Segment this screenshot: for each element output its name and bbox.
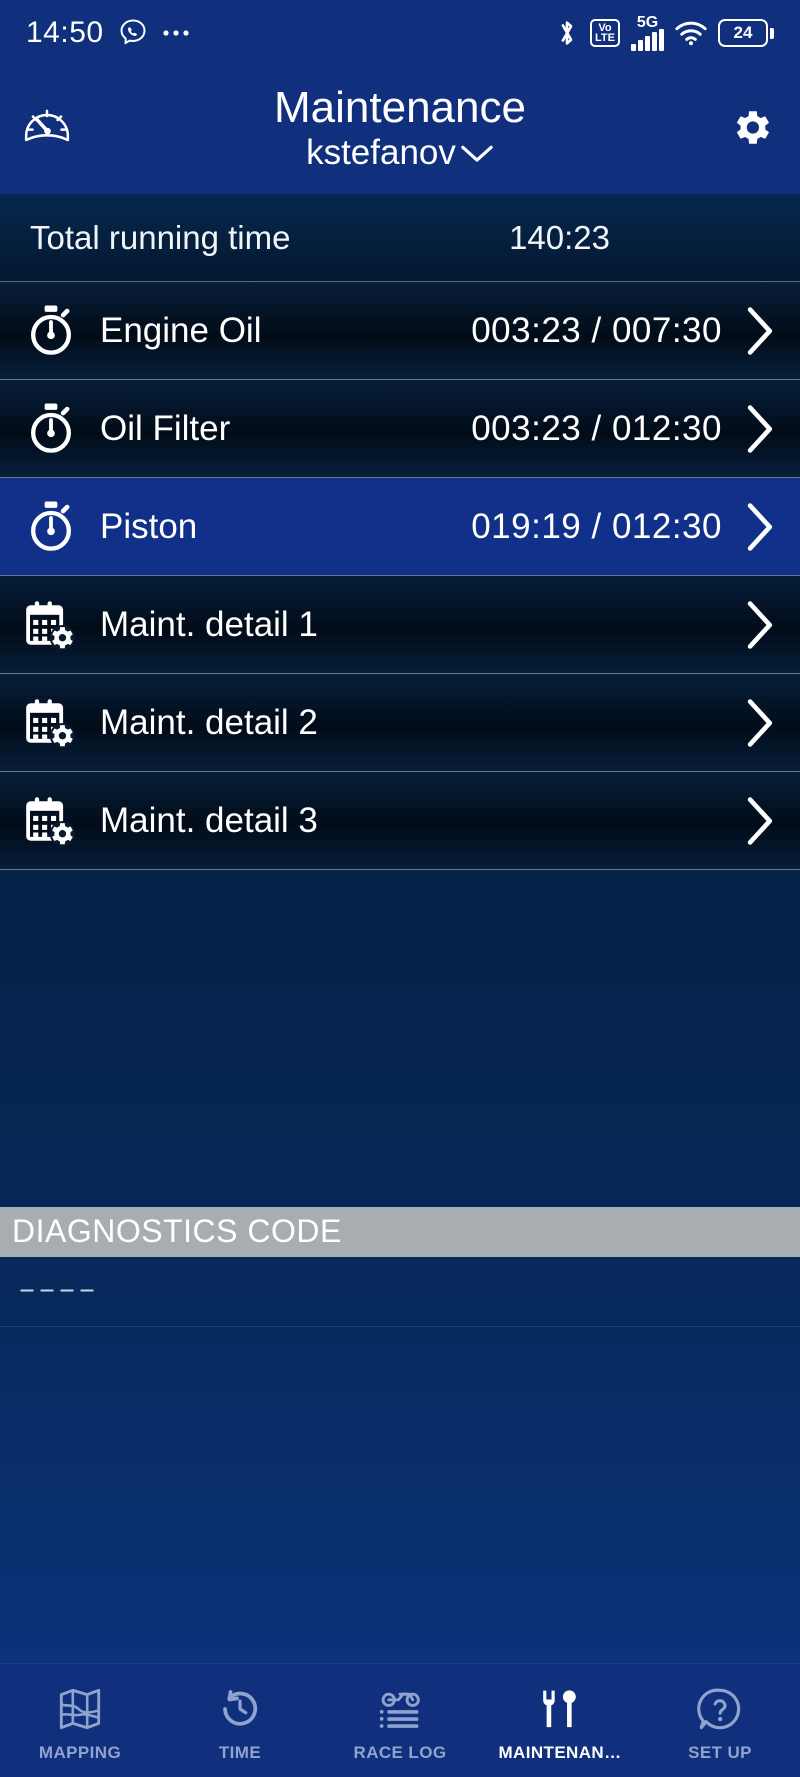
calendar-gear-icon [18,695,84,751]
total-running-time-value: 140:23 [509,218,610,256]
map-icon [57,1683,103,1735]
list-item-label: Engine Oil [100,310,262,350]
list-item-value: 003:23 / 007:30 [471,310,722,350]
profile-name: kstefanov [306,132,456,172]
nav-item-time[interactable]: TIME [160,1664,320,1777]
stopwatch-icon [18,499,84,555]
maintenance-list: Engine Oil 003:23 / 007:30 Oil Filter 00… [0,282,800,870]
list-item-oil-filter[interactable]: Oil Filter 003:23 / 012:30 [0,380,800,478]
battery-level: 24 [718,19,768,47]
calendar-gear-icon [18,597,84,653]
nav-label: RACE LOG [353,1742,447,1762]
lower-empty-space [0,1327,800,1664]
diagnostics-code-body: –––– [0,1257,800,1327]
motorcycle-list-icon [376,1683,424,1735]
nav-item-set-up[interactable]: SET UP [640,1664,800,1777]
battery-cap [770,27,774,39]
list-item-label: Piston [100,506,198,546]
chevron-right-icon [744,600,774,650]
speedometer-icon[interactable] [22,103,72,158]
status-bar-right: Vo LTE 5G 24 [555,15,774,51]
clock-reset-icon [217,1683,263,1735]
nav-label: TIME [218,1742,262,1762]
total-running-time-row: Total running time 140:23 [0,194,800,282]
app-header: Maintenance kstefanov [0,66,800,194]
diagnostics-code-header: DIAGNOSTICS CODE [0,1206,800,1257]
list-item-piston[interactable]: Piston 019:19 / 012:30 [0,478,800,576]
calendar-gear-icon [18,793,84,849]
bluetooth-icon [555,18,579,48]
bottom-navigation: MAPPING TIME RACE LOG MAINTENAN… SET UP [0,1663,800,1777]
nav-item-maintenance[interactable]: MAINTENAN… [480,1664,640,1777]
list-item-value: 003:23 / 012:30 [471,408,722,448]
nav-label: MAINTENAN… [498,1742,622,1762]
list-item-label: Maint. detail 2 [100,702,318,742]
signal-bars [631,29,664,51]
list-item-label: Oil Filter [100,408,231,448]
5g-signal-icon: 5G [631,15,664,51]
app-title-block: Maintenance kstefanov [274,82,526,175]
more-dots-icon [162,28,192,38]
volte-icon: Vo LTE [590,19,620,47]
stopwatch-icon [18,303,84,359]
app-screen: 14:50 Vo LTE 5G 24 Maintenance kstefanov… [0,0,800,1777]
status-bar-left: 14:50 [26,16,192,50]
diagnostics-code-value: –––– [18,1274,99,1308]
profile-selector[interactable]: kstefanov [274,131,526,175]
page-title: Maintenance [274,82,526,132]
battery-icon: 24 [718,19,774,47]
nav-item-race-log[interactable]: RACE LOG [320,1664,480,1777]
chevron-right-icon [744,796,774,846]
wifi-icon [675,20,707,46]
list-item-label: Maint. detail 1 [100,604,318,644]
nav-label: SET UP [688,1742,752,1762]
chevron-down-icon [460,131,494,175]
chevron-right-icon [744,404,774,454]
nav-item-mapping[interactable]: MAPPING [0,1664,160,1777]
nav-label: MAPPING [38,1742,122,1762]
list-item-label: Maint. detail 3 [100,800,318,840]
status-time: 14:50 [26,16,104,49]
stopwatch-icon [18,401,84,457]
volte-bottom: LTE [595,32,615,44]
gear-icon[interactable] [728,105,774,156]
list-item-maint-detail-3[interactable]: Maint. detail 3 [0,772,800,870]
question-bubble-icon [697,1683,743,1735]
chevron-right-icon [744,306,774,356]
tools-icon [537,1683,583,1735]
list-item-maint-detail-1[interactable]: Maint. detail 1 [0,576,800,674]
chevron-right-icon [744,698,774,748]
diagnostics-code-title: DIAGNOSTICS CODE [12,1213,342,1249]
list-item-maint-detail-2[interactable]: Maint. detail 2 [0,674,800,772]
total-running-time-label: Total running time [30,218,291,256]
viber-icon [118,18,148,48]
list-item-value: 019:19 / 012:30 [471,506,722,546]
list-empty-space [0,870,800,1207]
chevron-right-icon [744,502,774,552]
status-bar: 14:50 Vo LTE 5G 24 [0,0,800,66]
list-item-engine-oil[interactable]: Engine Oil 003:23 / 007:30 [0,282,800,380]
